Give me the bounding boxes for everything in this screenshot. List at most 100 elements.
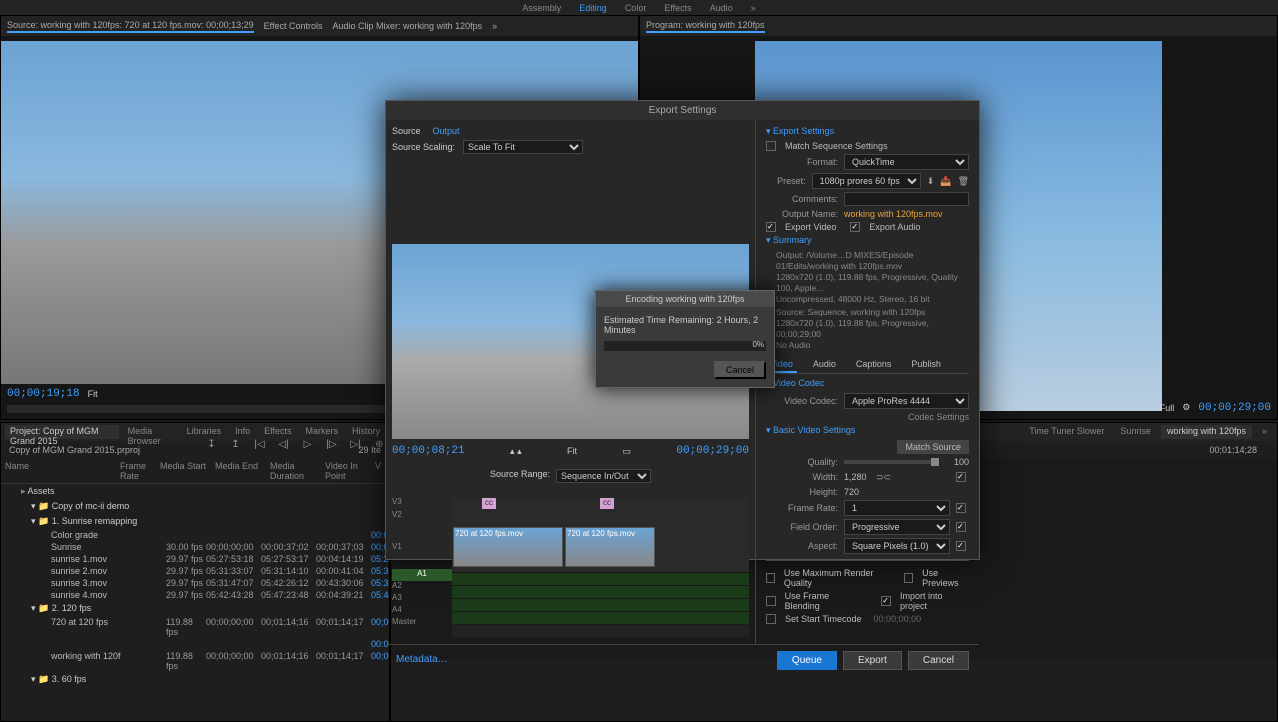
aspect-dropdown[interactable]: Square Pixels (1.0) [844, 538, 950, 554]
clip-row[interactable]: working with 120f119.88 fps00;00;00;0000… [1, 650, 389, 672]
output-name-link[interactable]: working with 120fps.mov [844, 209, 943, 219]
master-track[interactable] [452, 625, 749, 637]
folder-item[interactable]: 3. 60 fps [1, 672, 389, 687]
tab-media-browser[interactable]: Media Browser [123, 425, 178, 439]
previews-checkbox[interactable] [904, 573, 913, 583]
clip-row[interactable]: Color grade00:00:00:0000 [1, 529, 389, 541]
source-tab[interactable]: Source: working with 120fps: 720 at 120 … [7, 20, 254, 33]
delete-preset-icon[interactable]: 🗑 [958, 174, 969, 188]
tab-working120[interactable]: working with 120fps [1161, 425, 1252, 439]
tab-audio[interactable]: Audio [809, 357, 840, 373]
tab-sunrise[interactable]: Sunrise [1114, 425, 1157, 439]
tab-captions[interactable]: Captions [852, 357, 896, 373]
tab-overflow-icon[interactable]: » [1256, 425, 1273, 439]
comments-input[interactable] [844, 192, 969, 206]
folder-item[interactable]: Copy of mc-ii demo [1, 499, 389, 514]
a3-track[interactable] [452, 599, 749, 611]
v1-clip-2[interactable]: 720 at 120 fps.mov [565, 527, 655, 567]
metadata-button[interactable]: Metadata… [396, 651, 448, 670]
encoding-cancel-button[interactable]: Cancel [714, 361, 766, 379]
play-icon[interactable]: ▷ [301, 437, 315, 451]
fr-match-checkbox[interactable] [956, 503, 966, 513]
program-tab[interactable]: Program: working with 120fps [646, 20, 765, 33]
program-fit-dropdown[interactable]: Full [1160, 403, 1175, 413]
summary-section[interactable]: Summary [766, 235, 812, 245]
match-sequence-checkbox[interactable] [766, 141, 776, 151]
clip-row[interactable]: Sunrise30.00 fps00;00;00;0000;00;37;0200… [1, 541, 389, 553]
mark-in-icon[interactable]: ↧ [205, 437, 219, 451]
source-range-dropdown[interactable]: Sequence In/Out [556, 469, 651, 483]
ws-audio[interactable]: Audio [710, 3, 733, 13]
cancel-button[interactable]: Cancel [908, 651, 969, 670]
height-value[interactable]: 720 [844, 487, 859, 497]
fo-match-checkbox[interactable] [956, 522, 966, 532]
blend-checkbox[interactable] [766, 596, 776, 606]
source-fit-dropdown[interactable]: Fit [88, 389, 98, 399]
audio-mixer-tab[interactable]: Audio Clip Mixer: working with 120fps [333, 21, 483, 31]
a1-track[interactable] [452, 573, 749, 585]
fieldorder-dropdown[interactable]: Progressive [844, 519, 950, 535]
width-value[interactable]: 1,280 [844, 472, 867, 482]
go-out-icon[interactable]: ▷| [349, 437, 363, 451]
cc-clip-2[interactable]: cc [600, 498, 614, 509]
preview-fit-dropdown[interactable]: Fit [567, 446, 577, 456]
preview-in-tc[interactable]: 00;00;08;21 [392, 445, 465, 457]
width-match-checkbox[interactable] [956, 472, 966, 482]
folder-item[interactable]: 2. 120 fps [1, 601, 389, 616]
basic-video-section[interactable]: Basic Video Settings [766, 425, 855, 435]
export-audio-checkbox[interactable] [850, 222, 860, 232]
aspect-match-checkbox[interactable] [956, 541, 966, 551]
aspect-icon[interactable]: ▭ [622, 446, 631, 457]
bin-item[interactable]: Assets [1, 484, 389, 499]
clip-row[interactable]: 00:00:00:0000 [1, 638, 389, 650]
source-scaling-dropdown[interactable]: Scale To Fit [463, 140, 583, 154]
export-settings-section[interactable]: Export Settings [766, 126, 834, 136]
video-codec-dropdown[interactable]: Apple ProRes 4444 [844, 393, 969, 409]
queue-button[interactable]: Queue [777, 651, 837, 670]
starttc-checkbox[interactable] [766, 614, 776, 624]
clip-row[interactable]: sunrise 2.mov29.97 fps05:31:33:0705:31:1… [1, 565, 389, 577]
framerate-dropdown[interactable]: 1 [844, 500, 950, 516]
encoding-title: Encoding working with 120fps [596, 291, 774, 307]
import-preset-icon[interactable]: 📥 [940, 174, 951, 188]
maxquality-checkbox[interactable] [766, 573, 775, 583]
step-fwd-icon[interactable]: |▷ [325, 437, 339, 451]
cc-clip[interactable]: cc [482, 498, 496, 509]
a4-track[interactable] [452, 612, 749, 624]
export-button[interactable]: Export [843, 651, 902, 670]
import-checkbox[interactable] [881, 596, 891, 606]
clip-row[interactable]: sunrise 3.mov29.97 fps05:31:47:0705:42:2… [1, 577, 389, 589]
codec-settings-button[interactable]: Codec Settings [908, 412, 969, 422]
tab-overflow-icon[interactable]: » [492, 21, 497, 31]
tab-project[interactable]: Project: Copy of MGM Grand 2015 [5, 425, 119, 439]
ws-editing[interactable]: Editing [579, 3, 607, 13]
source-in-timecode[interactable]: 00;00;19;18 [7, 388, 80, 400]
ws-overflow-icon[interactable]: » [751, 3, 756, 13]
clip-row[interactable]: sunrise 4.mov29.97 fps05:42:43:2805:47:2… [1, 589, 389, 601]
folder-item[interactable]: 1. Sunrise remapping [1, 514, 389, 529]
clip-row[interactable]: sunrise 1.mov29.97 fps05:27:53:1805:27:5… [1, 553, 389, 565]
format-dropdown[interactable]: QuickTime [844, 154, 969, 170]
tab-timetuner[interactable]: Time Tuner Slower [1023, 425, 1110, 439]
tab-source[interactable]: Source [392, 126, 421, 136]
export-video-checkbox[interactable] [766, 222, 776, 232]
v1-clip-1[interactable]: 720 at 120 fps.mov [453, 527, 563, 567]
a2-track[interactable] [452, 586, 749, 598]
ws-assembly[interactable]: Assembly [522, 3, 561, 13]
go-in-icon[interactable]: |◁ [253, 437, 267, 451]
project-tree[interactable]: AssetsCopy of mc-ii demo1. Sunrise remap… [1, 484, 389, 721]
step-back-icon[interactable]: ◁| [277, 437, 291, 451]
tab-publish[interactable]: Publish [907, 357, 945, 373]
ws-effects[interactable]: Effects [664, 3, 691, 13]
settings-icon[interactable]: ⚙ [1182, 402, 1190, 413]
effect-controls-tab[interactable]: Effect Controls [264, 21, 323, 31]
tab-output[interactable]: Output [433, 126, 460, 136]
preset-dropdown[interactable]: 1080p prores 60 fps [812, 173, 921, 189]
clip-row[interactable]: 720 at 120 fps119.88 fps00;00;00;0000;01… [1, 616, 389, 638]
mark-out-icon[interactable]: ↥ [229, 437, 243, 451]
save-preset-icon[interactable]: ⬇ [927, 174, 935, 188]
match-source-button[interactable]: Match Source [897, 440, 969, 454]
ws-color[interactable]: Color [625, 3, 647, 13]
program-timecode: 00;00;29;00 [1198, 402, 1271, 414]
link-dimensions-icon[interactable]: ⊃⊂ [877, 470, 891, 484]
